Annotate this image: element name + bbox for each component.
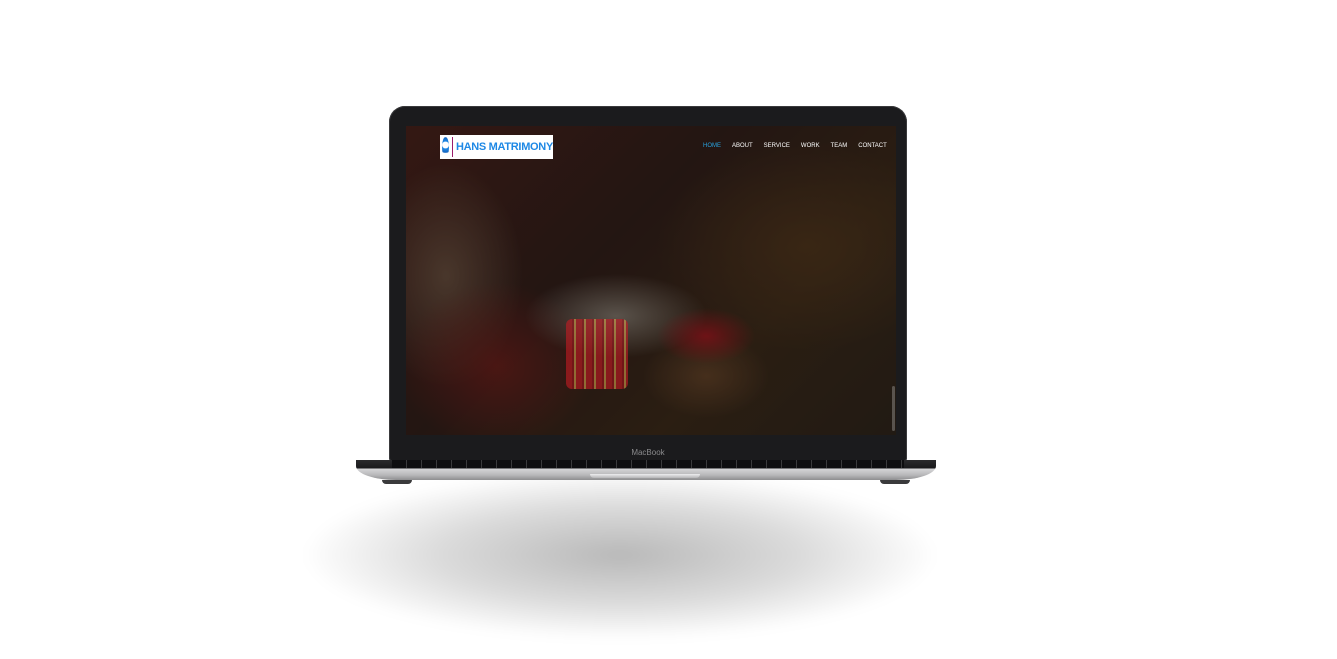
laptop-foot-left xyxy=(382,480,412,484)
laptop-shadow xyxy=(300,470,940,640)
nav-item-team[interactable]: TEAM xyxy=(831,143,848,149)
logo-emblem-icon xyxy=(442,137,450,157)
laptop-screen: HANS MATRIMONY HOME ABOUT SERVICE WORK T… xyxy=(406,126,896,435)
nav-item-about[interactable]: ABOUT xyxy=(732,143,753,149)
nav-item-home[interactable]: HOME xyxy=(703,143,721,149)
mockup-stage: HANS MATRIMONY HOME ABOUT SERVICE WORK T… xyxy=(0,0,1337,659)
main-nav: HOME ABOUT SERVICE WORK TEAM CONTACT xyxy=(703,143,887,149)
nav-item-work[interactable]: WORK xyxy=(801,143,820,149)
laptop-foot-right xyxy=(880,480,910,484)
page-scrollbar[interactable] xyxy=(892,386,895,431)
laptop-brand-label: MacBook xyxy=(631,448,665,457)
site-logo[interactable]: HANS MATRIMONY xyxy=(440,135,553,159)
hero-bangles-detail xyxy=(566,319,628,389)
laptop-keyboard-edge xyxy=(392,460,904,468)
hero-background-image xyxy=(406,126,896,435)
nav-item-service[interactable]: SERVICE xyxy=(764,143,790,149)
laptop-lid-notch xyxy=(590,474,700,478)
nav-item-contact[interactable]: CONTACT xyxy=(858,143,887,149)
logo-divider xyxy=(452,137,453,157)
logo-text: HANS MATRIMONY xyxy=(455,141,553,153)
